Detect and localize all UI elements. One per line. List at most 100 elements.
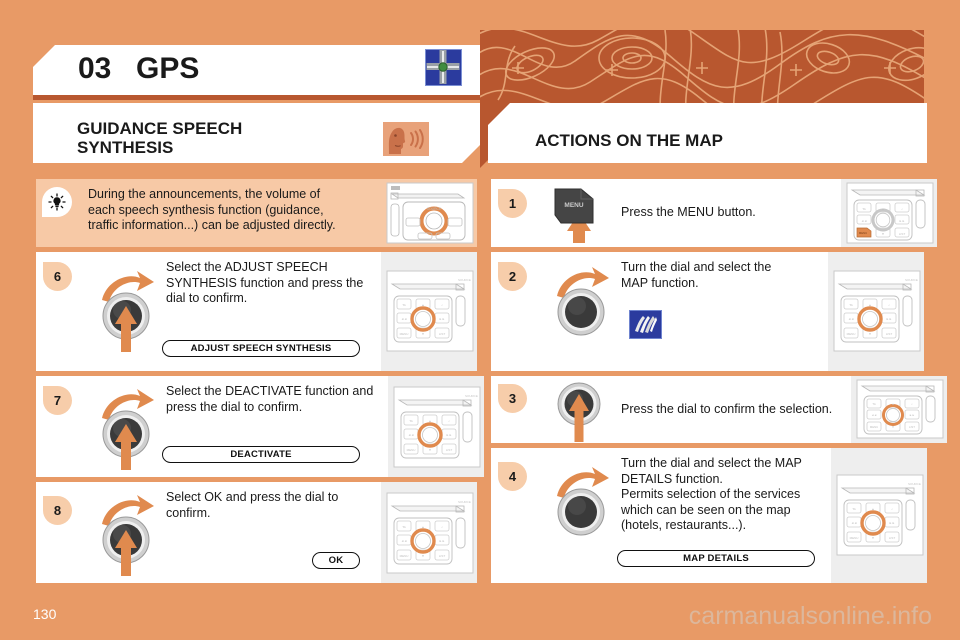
map-function-icon (629, 310, 662, 339)
dial-press-icon (549, 380, 615, 452)
svg-text:►►: ►► (909, 413, 915, 417)
svg-text:◄◄: ◄◄ (851, 521, 857, 525)
step-text: Press the MENU button. (621, 205, 756, 220)
step-control-icon-area (543, 448, 619, 583)
step-badge-area: 3 (491, 376, 543, 443)
svg-text:▲: ▲ (869, 303, 872, 307)
svg-text:►►: ►► (899, 219, 905, 223)
step-badge-area: 1 (491, 179, 543, 247)
svg-text:►►: ►► (446, 433, 452, 437)
step-text: Turn the dial and select the MAP functio… (621, 260, 772, 290)
svg-text:MENU: MENU (400, 332, 409, 336)
svg-text:▲: ▲ (422, 303, 425, 307)
dial-rotate-icon (551, 262, 617, 338)
svg-text:SOURCE: SOURCE (465, 394, 478, 398)
step-control-icon-area (543, 376, 619, 443)
svg-text:SOURCE: SOURCE (908, 482, 921, 486)
svg-text:LIST: LIST (899, 232, 906, 236)
svg-text:TA: TA (409, 419, 413, 423)
svg-text:MENU: MENU (400, 554, 409, 558)
step-badge-area: 7 (36, 376, 88, 477)
svg-text:SOURCE: SOURCE (427, 207, 442, 211)
step-thumbnail: SOURCE TA ▲ ♪ ◄◄ ►► MENU ▼ LIST (831, 448, 927, 583)
dial-rotate-press-icon (96, 490, 162, 580)
svg-text:LIST: LIST (439, 554, 446, 558)
step-text: Turn the dial and select the MAP DETAILS… (621, 456, 802, 532)
svg-text:▼: ▼ (869, 332, 872, 336)
step-thumbnail: SOURCE TA ▲ ♪ ◄◄ ►► MENU ▼ LIST (388, 376, 484, 477)
svg-text:SOURCE: SOURCE (458, 500, 471, 504)
svg-text:MENU: MENU (407, 448, 416, 452)
svg-text:►►: ►► (886, 317, 892, 321)
step-badge-area: 6 (36, 252, 88, 371)
section-title-guidance-speech-synthesis: GUIDANCE SPEECH SYNTHESIS (77, 119, 243, 157)
svg-text:▲: ▲ (429, 419, 432, 423)
chapter-header: 03 GPS (33, 45, 480, 95)
dial-rotate-press-icon (96, 266, 162, 356)
svg-text:▼: ▼ (892, 425, 895, 429)
step-thumbnail: SOURCE TA ▲ ♪ ◄◄ ►► MENU ▼ LIST (381, 252, 477, 371)
step-pill-label: OK (312, 552, 360, 569)
bottom-bar (0, 630, 960, 640)
dial-rotate-press-icon (96, 384, 162, 474)
step-body: Turn the dial and select the MAP functio… (619, 252, 828, 371)
step-text: Select the DEACTIVATE function and press… (166, 384, 374, 414)
step-card: 1 MENU Press the MENU button. MENU TA ▲ … (491, 179, 937, 247)
step-number-badge: 2 (498, 262, 527, 291)
svg-text:◄◄: ◄◄ (408, 433, 414, 437)
step-pill-label: MAP DETAILS (617, 550, 815, 567)
svg-text:▼: ▼ (872, 536, 875, 540)
svg-text:SOURCE: SOURCE (458, 278, 471, 282)
step-text: Select the ADJUST SPEECH SYNTHESIS funct… (166, 260, 364, 305)
step-number-badge: 1 (498, 189, 527, 218)
page-number: 130 (33, 606, 57, 622)
svg-text:▼: ▼ (429, 448, 432, 452)
left-column: During the announcements, the volume of … (33, 176, 484, 606)
svg-text:TA: TA (852, 507, 856, 511)
svg-text:◄◄: ◄◄ (401, 317, 407, 321)
step-control-icon-area (88, 376, 164, 477)
svg-text:MENU: MENU (870, 425, 878, 429)
svg-text:LIST: LIST (439, 332, 446, 336)
svg-text:▲: ▲ (872, 507, 875, 511)
svg-text:▼: ▼ (422, 554, 425, 558)
svg-text:TA: TA (862, 207, 866, 211)
step-badge-area: 2 (491, 252, 543, 371)
svg-text:◄◄: ◄◄ (848, 317, 854, 321)
tip-text: During the announcements, the volume of … (88, 187, 336, 232)
svg-text:▲: ▲ (422, 525, 425, 529)
svg-text:MENU: MENU (850, 536, 859, 540)
step-body: Press the dial to confirm the selection. (619, 376, 851, 443)
svg-text:MENU: MENU (847, 332, 856, 336)
svg-text:LIST: LIST (909, 425, 915, 429)
svg-text:▼: ▼ (882, 232, 885, 236)
svg-text:►►: ►► (889, 521, 895, 525)
svg-text:TA: TA (872, 402, 876, 406)
step-pill-label: ADJUST SPEECH SYNTHESIS (162, 340, 360, 357)
svg-text:►►: ►► (439, 539, 445, 543)
step-control-icon-area (88, 252, 164, 371)
svg-text:►►: ►► (439, 317, 445, 321)
step-badge-area: 4 (491, 448, 543, 583)
menu-button-icon: MENU (551, 185, 613, 243)
speech-synthesis-icon (383, 122, 429, 156)
svg-text:TA: TA (402, 525, 406, 529)
step-body: Select OK and press the dial to confirm.… (164, 482, 381, 583)
svg-text:◄◄: ◄◄ (861, 219, 867, 223)
svg-text:SOURCE: SOURCE (905, 278, 918, 282)
right-column: 1 MENU Press the MENU button. MENU TA ▲ … (488, 176, 947, 606)
step-badge-area: 8 (36, 482, 88, 583)
svg-text:MENU: MENU (859, 231, 867, 235)
chapter-title: GPS (136, 52, 200, 85)
step-body: Select the ADJUST SPEECH SYNTHESIS funct… (162, 252, 381, 371)
step-text: Press the dial to confirm the selection. (621, 401, 833, 416)
chapter-number: 03 (78, 52, 112, 85)
svg-text:MENU: MENU (564, 202, 583, 209)
step-body: Turn the dial and select the MAP DETAILS… (617, 448, 831, 583)
svg-text:◄◄: ◄◄ (871, 413, 877, 417)
step-control-icon-area (543, 252, 619, 371)
step-thumbnail: TA ▲ ♪ ◄◄ ►► MENU ▼ LIST (851, 376, 947, 443)
svg-text:TA: TA (849, 303, 853, 307)
step-card: 8 Select OK and press the dial to confir… (36, 482, 477, 583)
tip-body: During the announcements, the volume of … (88, 179, 381, 247)
